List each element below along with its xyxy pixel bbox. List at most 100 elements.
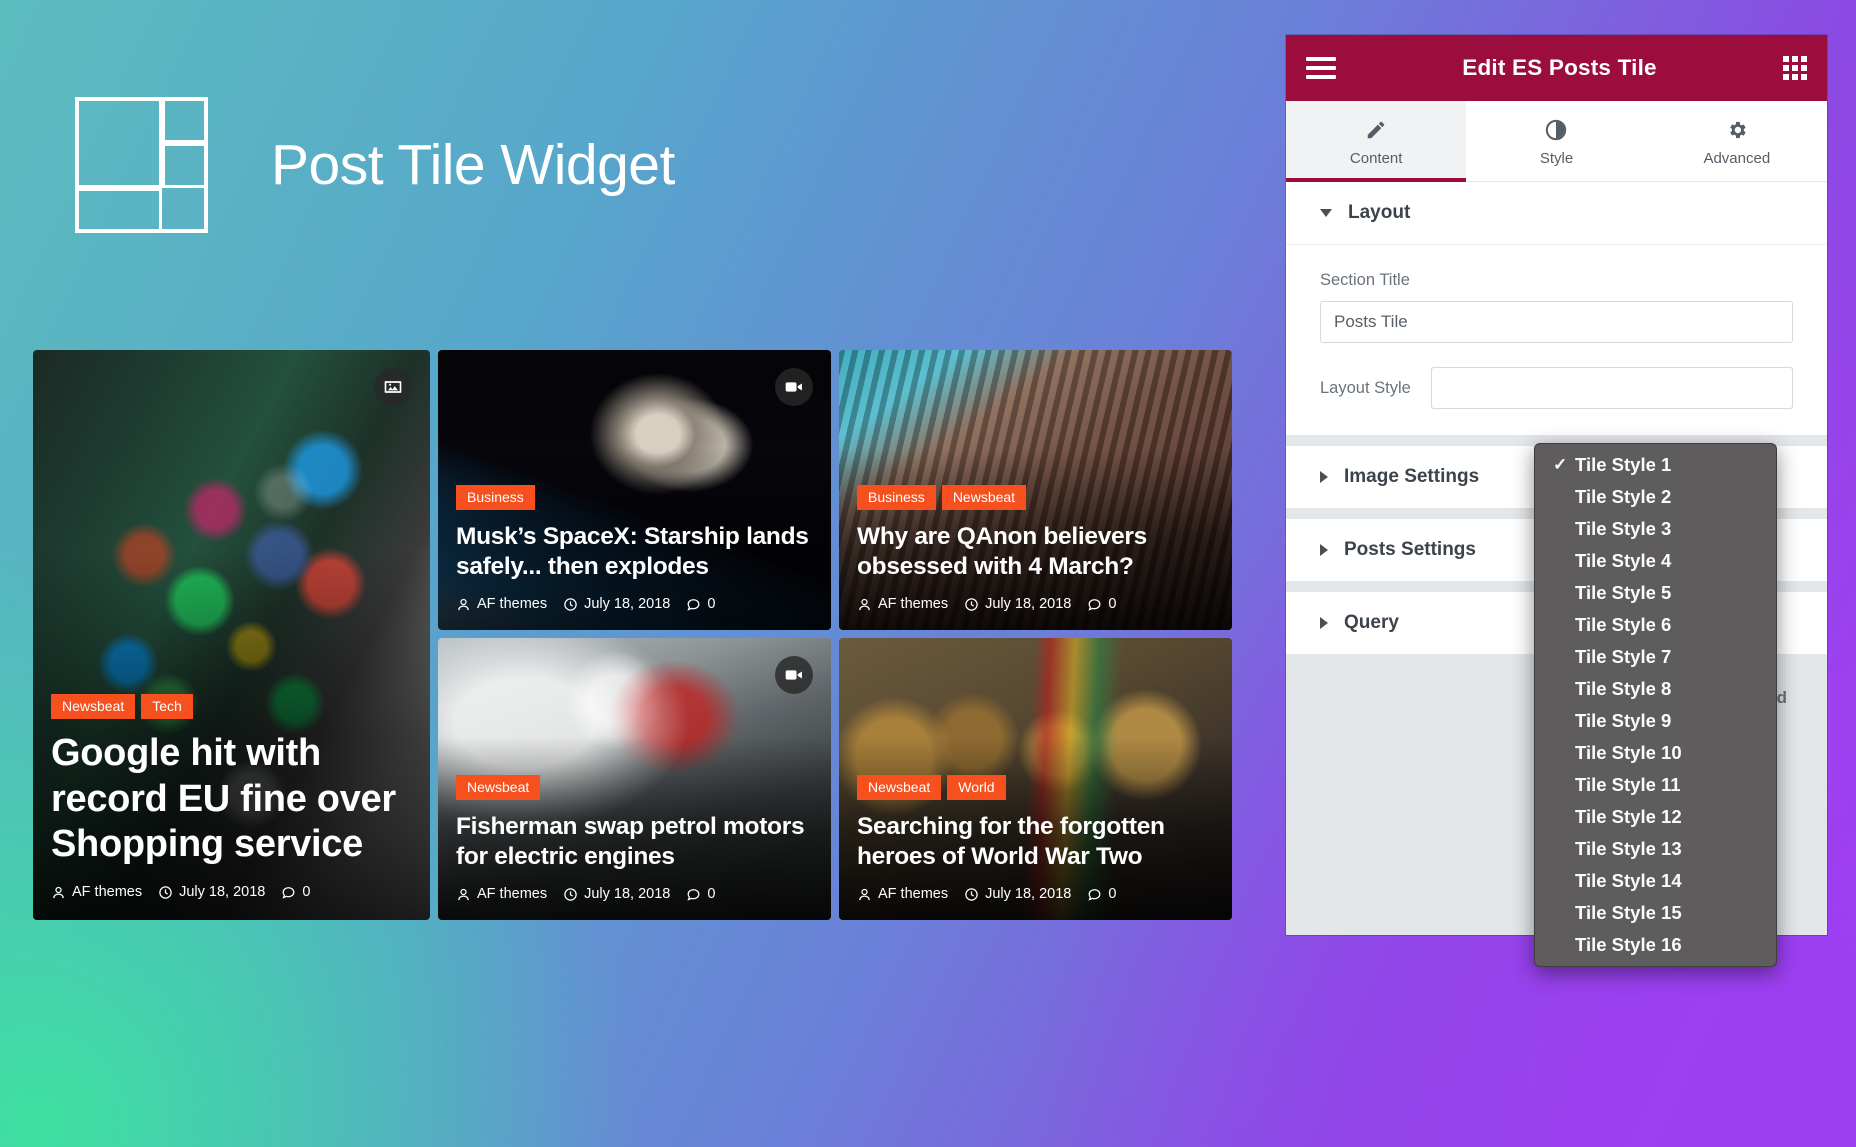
- tile-title[interactable]: Searching for the forgotten heroes of Wo…: [857, 812, 1214, 872]
- dropdown-option[interactable]: Tile Style 11: [1535, 769, 1776, 801]
- tile-categories: Business Newsbeat: [857, 485, 1214, 511]
- user-icon: [53, 886, 64, 898]
- category-badge[interactable]: Business: [857, 485, 936, 511]
- meta-comments: 0: [686, 886, 715, 902]
- post-date: July 18, 2018: [985, 596, 1072, 612]
- grid-apps-icon[interactable]: [1783, 56, 1807, 80]
- tile-grid-logo-icon: [75, 97, 208, 233]
- pencil-icon: [1286, 117, 1466, 143]
- contrast-icon: [1466, 117, 1646, 143]
- comment-count: 0: [302, 884, 311, 900]
- dropdown-option[interactable]: Tile Style 16: [1535, 929, 1776, 961]
- tile-meta: AF themes July 18, 2018 0: [857, 886, 1214, 902]
- post-tile-card[interactable]: Newsbeat Fisherman swap petrol motors fo…: [438, 638, 831, 920]
- comment-icon: [687, 598, 700, 611]
- dropdown-option[interactable]: Tile Style 3: [1535, 513, 1776, 545]
- dropdown-option[interactable]: Tile Style 5: [1535, 577, 1776, 609]
- clock-icon: [159, 885, 172, 899]
- dropdown-option[interactable]: Tile Style 4: [1535, 545, 1776, 577]
- dropdown-option-label: Tile Style 13: [1575, 838, 1682, 859]
- tile-meta: AF themes July 18, 2018 0: [456, 596, 813, 612]
- layout-style-label: Layout Style: [1320, 378, 1411, 397]
- dropdown-option-label: Tile Style 10: [1575, 742, 1682, 763]
- post-tile-card[interactable]: Business Newsbeat Why are QAnon believer…: [839, 350, 1232, 630]
- meta-author: AF themes: [857, 886, 948, 902]
- dropdown-option[interactable]: Tile Style 12: [1535, 801, 1776, 833]
- category-badge[interactable]: Newsbeat: [857, 775, 942, 801]
- dropdown-option[interactable]: Tile Style 9: [1535, 705, 1776, 737]
- clock-icon: [564, 597, 577, 611]
- layout-style-select[interactable]: [1430, 367, 1793, 409]
- category-badge[interactable]: Newsbeat: [456, 775, 541, 801]
- post-tile-card[interactable]: Newsbeat Tech Google hit with record EU …: [33, 350, 430, 920]
- tile-title[interactable]: Google hit with record EU fine over Shop…: [51, 731, 412, 868]
- category-badge[interactable]: Tech: [141, 694, 193, 720]
- category-badge[interactable]: Newsbeat: [51, 694, 136, 720]
- post-date: July 18, 2018: [584, 596, 671, 612]
- dropdown-option-label: Tile Style 9: [1575, 710, 1672, 731]
- post-tile-card[interactable]: Business Musk’s SpaceX: Starship lands s…: [438, 350, 831, 630]
- dropdown-option[interactable]: Tile Style 6: [1535, 609, 1776, 641]
- dropdown-option-label: Tile Style 12: [1575, 806, 1682, 827]
- category-badge[interactable]: Business: [456, 485, 535, 511]
- meta-comments: 0: [1087, 886, 1116, 902]
- chevron-right-icon: [1320, 471, 1328, 483]
- tile-title[interactable]: Why are QAnon believers obsessed with 4 …: [857, 522, 1214, 582]
- dropdown-option[interactable]: Tile Style 10: [1535, 737, 1776, 769]
- tab-advanced[interactable]: Advanced: [1646, 101, 1827, 181]
- comment-count: 0: [1108, 596, 1117, 612]
- hamburger-icon[interactable]: [1306, 57, 1336, 79]
- author-name: AF themes: [878, 886, 949, 902]
- tab-content[interactable]: Content: [1286, 101, 1467, 182]
- meta-date: July 18, 2018: [964, 886, 1071, 902]
- tile-title[interactable]: Musk’s SpaceX: Starship lands safely... …: [456, 522, 813, 582]
- tile-title[interactable]: Fisherman swap petrol motors for electri…: [456, 812, 813, 872]
- tile-content: Business Newsbeat Why are QAnon believer…: [839, 485, 1232, 630]
- meta-comments: 0: [686, 596, 715, 612]
- section-title-input[interactable]: [1320, 301, 1793, 343]
- section-layout-header[interactable]: Layout: [1286, 182, 1827, 244]
- tile-categories: Newsbeat Tech: [51, 694, 412, 720]
- comment-icon: [282, 886, 295, 899]
- post-tile-card[interactable]: Newsbeat World Searching for the forgott…: [839, 638, 1232, 920]
- section-title-label: Section Title: [1320, 271, 1410, 289]
- panel-tabs: Content Style Advanced: [1286, 101, 1827, 182]
- meta-author: AF themes: [456, 596, 547, 612]
- user-icon: [458, 598, 469, 610]
- layout-style-row: Layout Style: [1320, 367, 1793, 409]
- tile-content: Business Musk’s SpaceX: Starship lands s…: [438, 485, 831, 630]
- dropdown-option-label: Tile Style 16: [1575, 934, 1682, 955]
- comment-icon: [1088, 888, 1101, 901]
- dropdown-option[interactable]: Tile Style 8: [1535, 673, 1776, 705]
- post-tile-grid: Newsbeat Tech Google hit with record EU …: [33, 350, 1283, 930]
- comment-count: 0: [1108, 886, 1117, 902]
- dropdown-option[interactable]: Tile Style 13: [1535, 833, 1776, 865]
- category-badge[interactable]: World: [947, 775, 1006, 801]
- category-badge[interactable]: Newsbeat: [941, 485, 1027, 511]
- dropdown-option-label: Tile Style 14: [1575, 870, 1682, 891]
- chevron-right-icon: [1320, 544, 1328, 556]
- layout-style-dropdown-menu[interactable]: ✓ Tile Style 1 Tile Style 2 Tile Style 3 Til…: [1534, 443, 1777, 967]
- section-query-title: Query: [1344, 612, 1399, 633]
- tile-content: Newsbeat Fisherman swap petrol motors fo…: [438, 775, 831, 920]
- dropdown-option[interactable]: Tile Style 7: [1535, 641, 1776, 673]
- dropdown-option-label: Tile Style 6: [1575, 614, 1672, 635]
- clock-icon: [965, 597, 978, 611]
- dropdown-option[interactable]: Tile Style 2: [1535, 481, 1776, 513]
- post-date: July 18, 2018: [179, 884, 266, 900]
- author-name: AF themes: [72, 884, 143, 900]
- meta-date: July 18, 2018: [563, 596, 670, 612]
- author-name: AF themes: [878, 596, 949, 612]
- chevron-down-icon: [1320, 209, 1332, 217]
- dropdown-option[interactable]: ✓ Tile Style 1: [1535, 449, 1776, 481]
- tab-style[interactable]: Style: [1466, 101, 1647, 181]
- meta-author: AF themes: [857, 596, 948, 612]
- tile-content: Newsbeat Tech Google hit with record EU …: [33, 694, 430, 920]
- dropdown-option[interactable]: Tile Style 14: [1535, 865, 1776, 897]
- section-layout-title: Layout: [1348, 202, 1411, 223]
- clock-icon: [564, 887, 577, 901]
- section-posts-settings-title: Posts Settings: [1344, 539, 1476, 560]
- dropdown-option-label: Tile Style 8: [1575, 678, 1672, 699]
- dropdown-option[interactable]: Tile Style 15: [1535, 897, 1776, 929]
- dropdown-option-label: Tile Style 11: [1575, 774, 1681, 795]
